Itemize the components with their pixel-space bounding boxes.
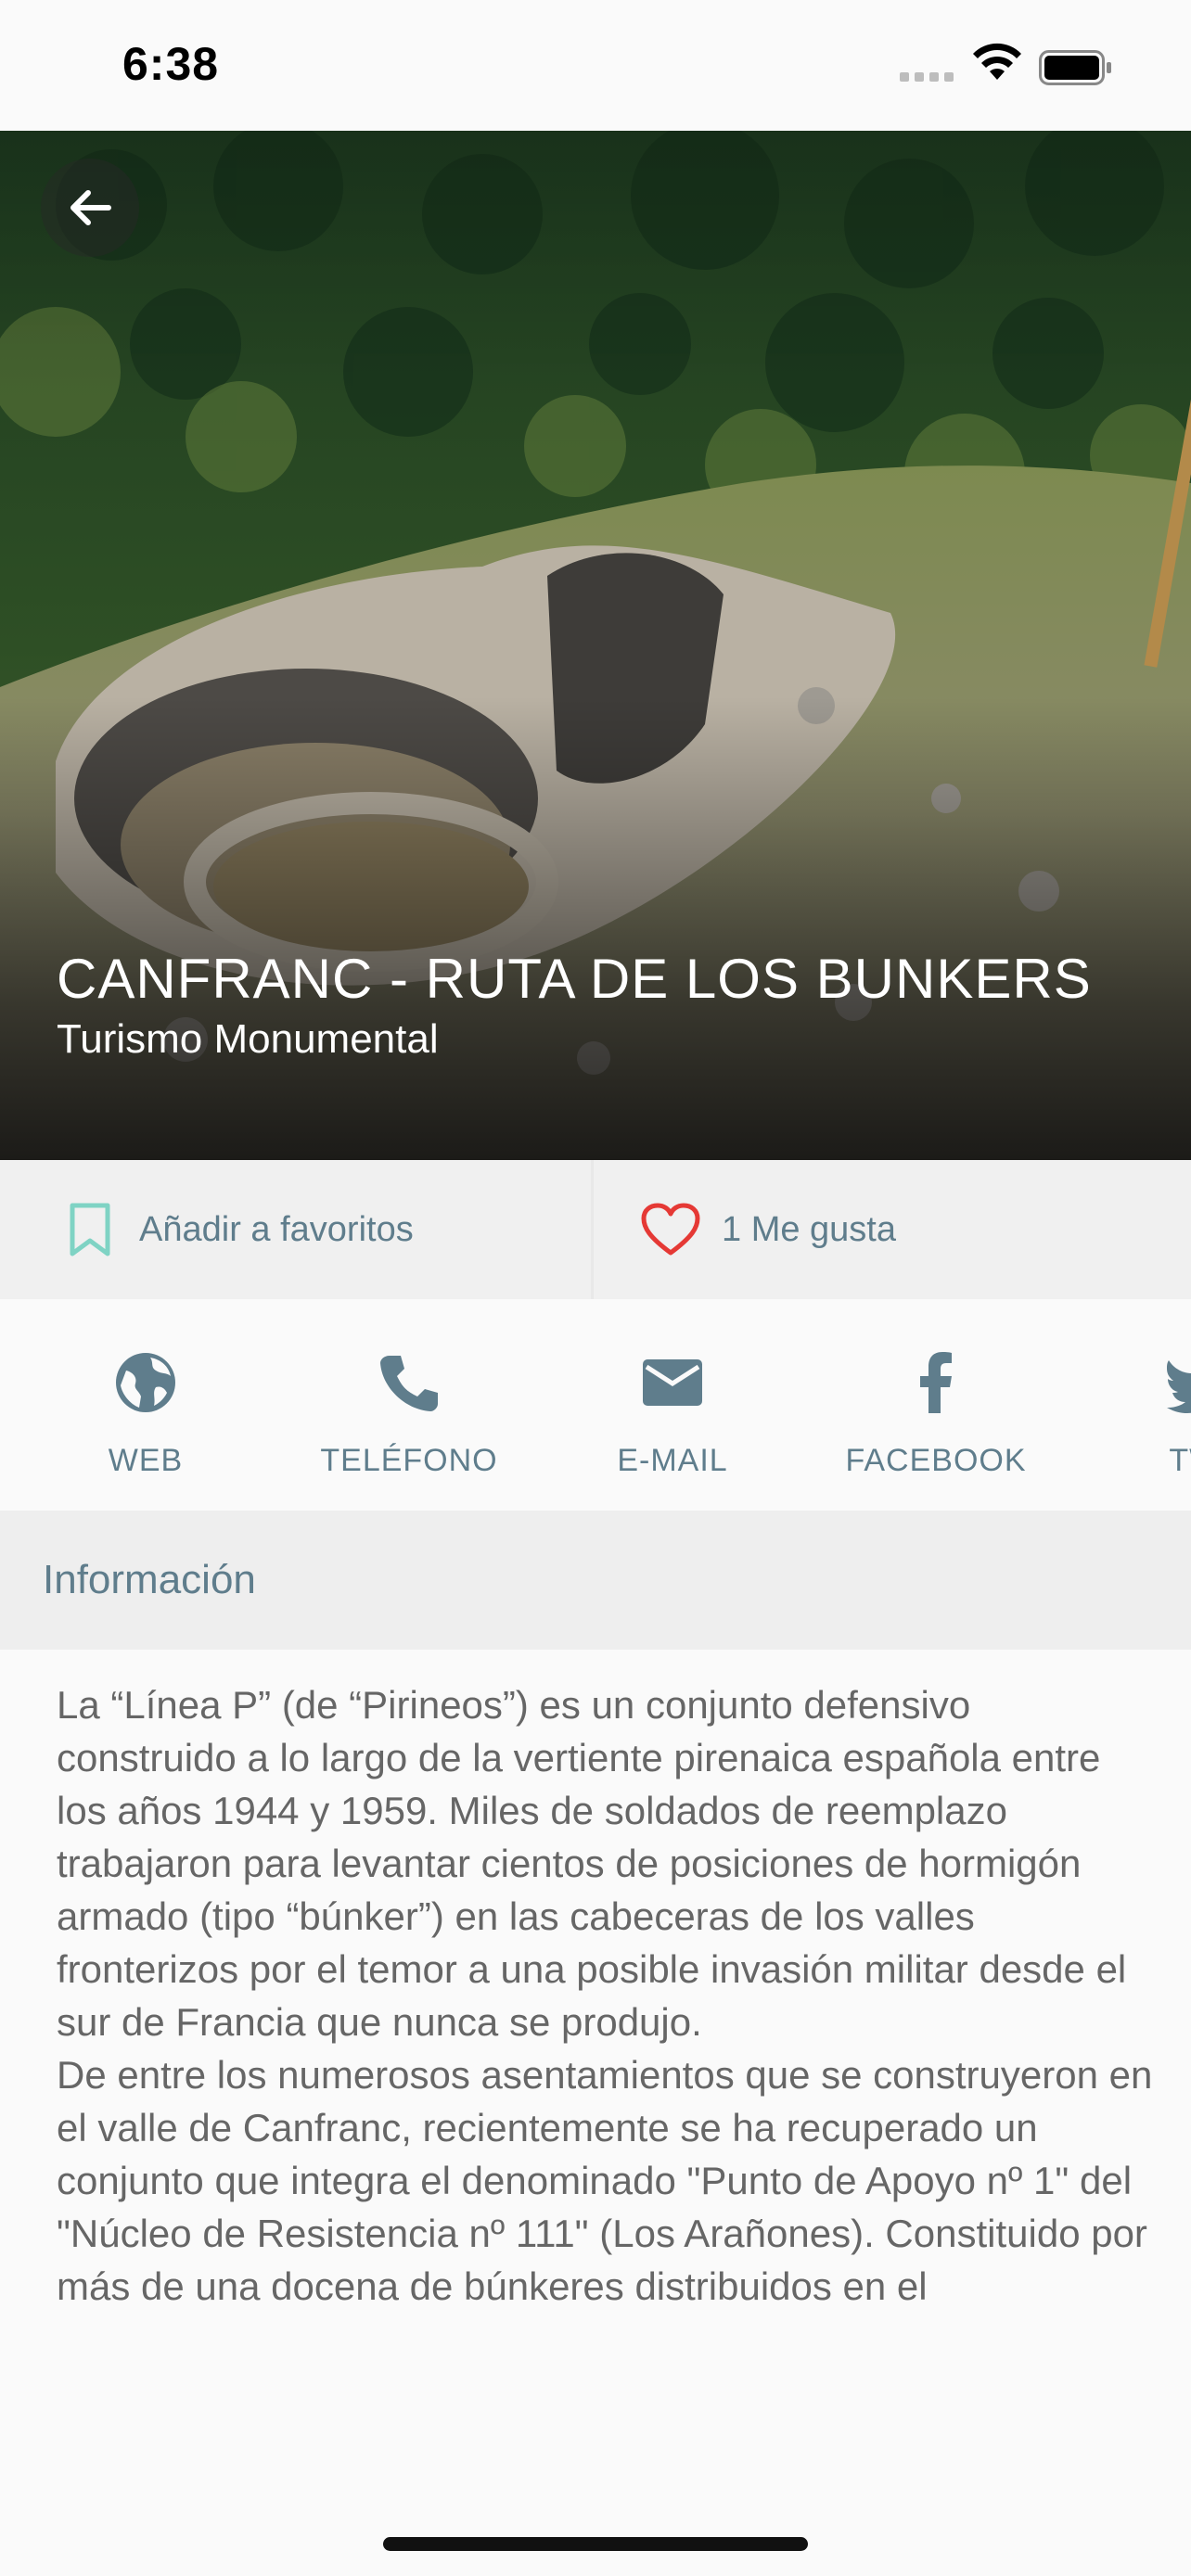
twitter-icon xyxy=(1167,1360,1191,1413)
facebook-icon xyxy=(920,1352,952,1413)
add-favorite-button[interactable]: Añadir a favoritos xyxy=(0,1160,594,1299)
globe-icon xyxy=(116,1353,175,1412)
twitter-label: TWI xyxy=(1169,1443,1191,1478)
contact-row: WEB TELÉFONO E-MAIL FACEBOOK TWI xyxy=(0,1299,1191,1511)
add-favorite-label: Añadir a favoritos xyxy=(139,1209,414,1249)
status-time: 6:38 xyxy=(122,38,220,90)
back-button[interactable] xyxy=(41,159,139,257)
signal-icon xyxy=(900,72,954,82)
email-button[interactable]: E-MAIL xyxy=(541,1299,804,1511)
info-text: La “Línea P” (de “Pirineos”) es un conju… xyxy=(57,1678,1160,2313)
mail-icon xyxy=(643,1359,702,1406)
battery-icon xyxy=(1039,50,1111,85)
facebook-button[interactable]: FACEBOOK xyxy=(804,1299,1068,1511)
heart-icon xyxy=(641,1203,700,1256)
info-paragraph: La “Línea P” (de “Pirineos”) es un conju… xyxy=(57,1683,1127,2044)
web-button[interactable]: WEB xyxy=(14,1299,277,1511)
info-paragraph: De entre los numerosos asentamientos que… xyxy=(57,2053,1153,2308)
facebook-label: FACEBOOK xyxy=(845,1443,1027,1478)
like-button-area[interactable]: 1 Me gusta xyxy=(640,1160,896,1299)
like-count-label: 1 Me gusta xyxy=(722,1209,896,1249)
wifi-icon xyxy=(973,43,1021,80)
actions-row: Añadir a favoritos 1 Me gusta xyxy=(0,1160,1191,1299)
arrow-left-icon xyxy=(70,190,111,225)
phone-button[interactable]: TELÉFONO xyxy=(277,1299,541,1511)
bottom-bar xyxy=(0,2467,1191,2576)
web-label: WEB xyxy=(108,1443,184,1478)
page-title: CANFRANC - RUTA DE LOS BUNKERS xyxy=(57,948,1092,1010)
phone-label: TELÉFONO xyxy=(320,1443,498,1478)
twitter-button[interactable]: TWI xyxy=(1068,1299,1191,1511)
home-indicator xyxy=(383,2537,808,2551)
info-section-title: Información xyxy=(43,1557,256,1602)
bookmark-icon xyxy=(70,1203,110,1256)
hero-image: CANFRANC - RUTA DE LOS BUNKERS Turismo M… xyxy=(0,131,1191,1160)
info-section-header: Información xyxy=(0,1511,1191,1650)
page-subtitle: Turismo Monumental xyxy=(57,1016,439,1062)
phone-icon xyxy=(380,1356,438,1411)
status-bar: 6:38 xyxy=(0,0,1191,131)
email-label: E-MAIL xyxy=(617,1443,728,1478)
